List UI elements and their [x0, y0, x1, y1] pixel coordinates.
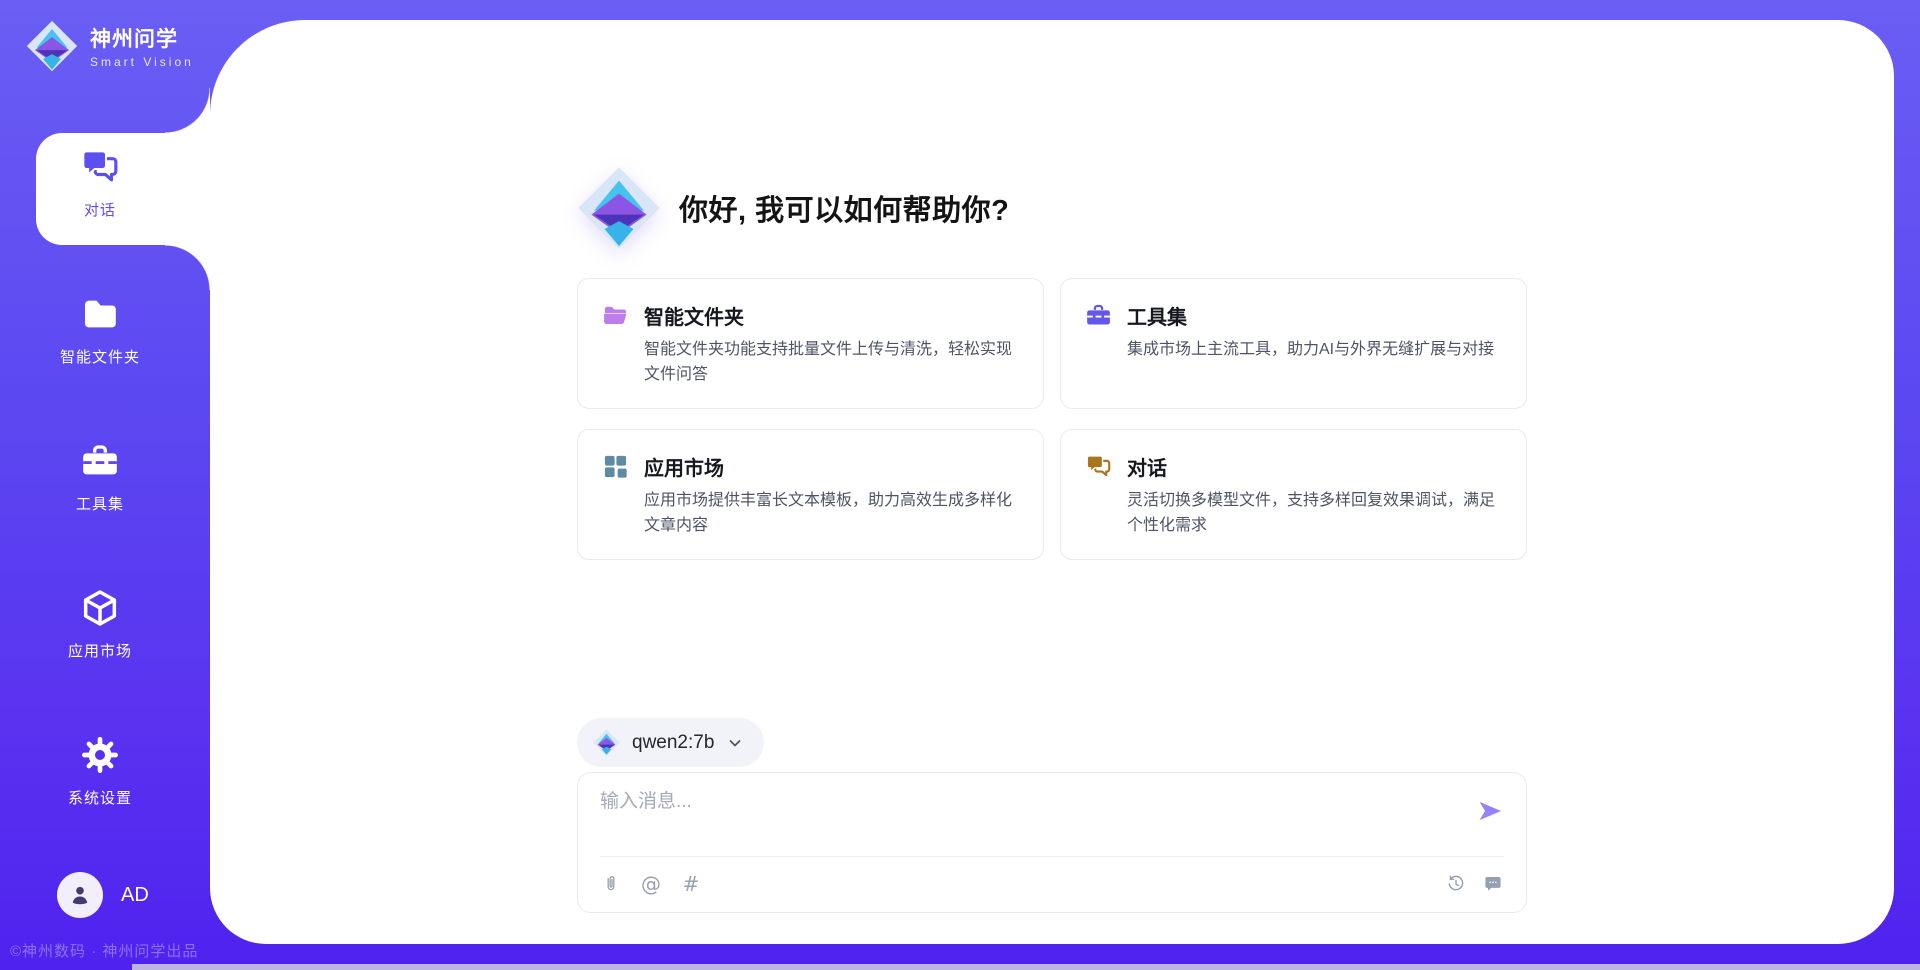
welcome-section: 你好, 我可以如何帮助你? 智能文件夹 智能文件夹功能支持批量文件上传与清洗，轻…: [577, 165, 1527, 560]
gear-icon: [80, 735, 120, 775]
conversation-button[interactable]: [1482, 873, 1504, 895]
feature-cards: 智能文件夹 智能文件夹功能支持批量文件上传与清洗，轻松实现文件问答 工具集 集成…: [577, 278, 1527, 560]
message-input[interactable]: [600, 789, 1480, 856]
card-title: 智能文件夹: [644, 301, 744, 330]
briefcase-icon: [80, 441, 120, 481]
mention-button[interactable]: @: [640, 873, 662, 895]
card-description: 应用市场提供丰富长文本模板，助力高效生成多样化文章内容: [644, 489, 1019, 539]
attach-file-button[interactable]: [600, 873, 622, 895]
message-composer: @ #: [577, 772, 1527, 913]
card-toolkit[interactable]: 工具集 集成市场上主流工具，助力AI与外界无缝扩展与对接: [1060, 278, 1527, 409]
model-name: qwen2:7b: [632, 732, 714, 754]
user-initials: AD: [121, 884, 149, 907]
topic-button[interactable]: #: [680, 873, 702, 895]
card-smart-folder[interactable]: 智能文件夹 智能文件夹功能支持批量文件上传与清洗，轻松实现文件问答: [577, 278, 1044, 409]
sidebar-item-label: 系统设置: [0, 787, 200, 808]
sidebar-item-chat[interactable]: 对话: [0, 147, 200, 220]
brand-logo-icon: [26, 20, 78, 72]
folder-open-icon: [602, 302, 629, 329]
chat-bubbles-icon: [1085, 453, 1112, 480]
card-title: 应用市场: [644, 452, 724, 481]
brand-name: 神州问学: [90, 23, 194, 53]
card-description: 集成市场上主流工具，助力AI与外界无缝扩展与对接: [1127, 338, 1502, 363]
cube-icon: [80, 588, 120, 628]
sidebar-item-smart-folder[interactable]: 智能文件夹: [0, 294, 200, 367]
sidebar-item-label: 对话: [0, 199, 200, 220]
sidebar-item-app-market[interactable]: 应用市场: [0, 588, 200, 661]
sidebar-item-settings[interactable]: 系统设置: [0, 735, 200, 808]
history-clock-icon: [1446, 874, 1466, 894]
greeting-row: 你好, 我可以如何帮助你?: [577, 165, 1527, 251]
briefcase-icon: [1085, 302, 1112, 329]
sidebar-footer-text: ©神州数码 · 神州问学出品: [10, 940, 198, 961]
sidebar: 神州问学 Smart Vision 对话 智能文件夹 工具集 应用市场 系统设置: [0, 0, 210, 970]
tab-fillet-bottom: [165, 245, 210, 290]
paperclip-icon: [601, 874, 621, 894]
sidebar-item-label: 工具集: [0, 493, 200, 514]
card-chat[interactable]: 对话 灵活切换多模型文件，支持多样回复效果调试，满足个性化需求: [1060, 429, 1527, 560]
hash-icon: #: [683, 874, 700, 894]
horizontal-scrollbar[interactable]: [132, 964, 1920, 970]
model-gem-icon: [593, 729, 620, 756]
card-app-market[interactable]: 应用市场 应用市场提供丰富长文本模板，助力高效生成多样化文章内容: [577, 429, 1044, 560]
avatar: [57, 872, 103, 918]
chat-bubble-icon: [1483, 874, 1503, 894]
folder-icon: [80, 294, 120, 334]
person-icon: [67, 882, 93, 908]
greeting-text: 你好, 我可以如何帮助你?: [679, 187, 1009, 229]
main-panel: 你好, 我可以如何帮助你? 智能文件夹 智能文件夹功能支持批量文件上传与清洗，轻…: [210, 20, 1894, 944]
chat-bubbles-icon: [80, 147, 120, 187]
history-button[interactable]: [1445, 873, 1467, 895]
user-profile[interactable]: AD: [57, 872, 149, 918]
card-description: 灵活切换多模型文件，支持多样回复效果调试，满足个性化需求: [1127, 489, 1502, 539]
at-icon: @: [641, 874, 661, 894]
sidebar-item-toolkit[interactable]: 工具集: [0, 441, 200, 514]
send-icon: [1476, 797, 1504, 825]
brand-gem-icon: [577, 166, 661, 250]
brand-subtitle: Smart Vision: [90, 55, 194, 69]
card-description: 智能文件夹功能支持批量文件上传与清洗，轻松实现文件问答: [644, 338, 1019, 388]
tab-fillet-top: [165, 88, 210, 133]
sidebar-item-label: 智能文件夹: [0, 346, 200, 367]
chevron-down-icon: [726, 734, 744, 752]
send-button[interactable]: [1476, 797, 1504, 825]
card-title: 对话: [1127, 452, 1167, 481]
brand: 神州问学 Smart Vision: [26, 20, 194, 72]
apps-grid-icon: [602, 453, 629, 480]
model-selector[interactable]: qwen2:7b: [577, 718, 764, 767]
sidebar-item-label: 应用市场: [0, 640, 200, 661]
card-title: 工具集: [1127, 301, 1187, 330]
composer-toolbar: @ #: [600, 856, 1504, 900]
